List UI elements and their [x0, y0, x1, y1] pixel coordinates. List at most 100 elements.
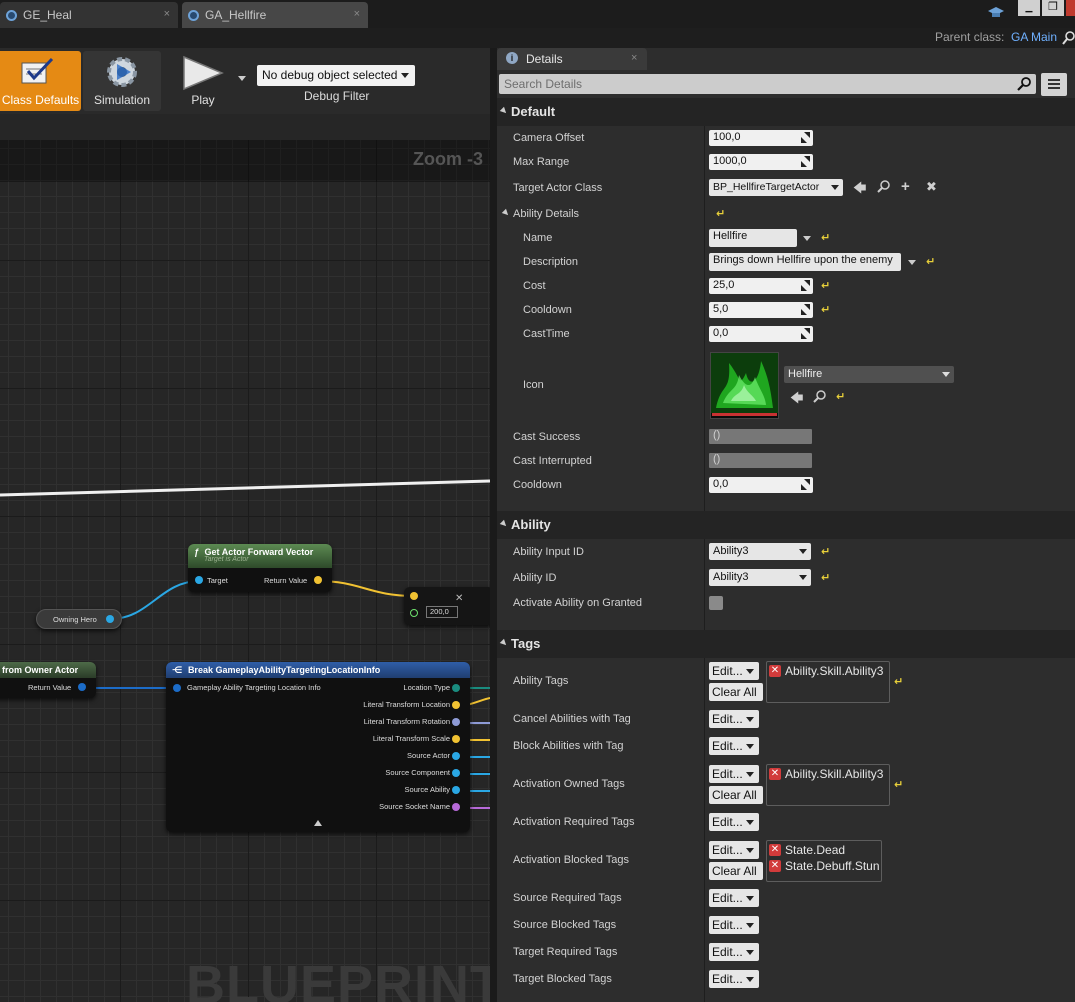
- reset-to-default-icon[interactable]: ↵: [821, 231, 830, 244]
- tab-ga-hellfire[interactable]: GA_Hellfire ×: [182, 2, 368, 28]
- reset-to-default-icon[interactable]: ↵: [821, 571, 830, 584]
- reset-to-default-icon[interactable]: ↵: [821, 279, 830, 292]
- graduation-cap-icon[interactable]: [988, 7, 1004, 19]
- reset-to-default-icon[interactable]: ↵: [821, 545, 830, 558]
- property-matrix-button[interactable]: [1041, 73, 1067, 96]
- details-tab[interactable]: i Details ×: [497, 48, 647, 70]
- category-tags[interactable]: Tags: [497, 630, 1075, 658]
- simulation-button[interactable]: Simulation: [83, 51, 161, 111]
- play-options-chevron-icon[interactable]: [238, 76, 246, 81]
- target-required-edit-button[interactable]: Edit...: [709, 943, 759, 961]
- debug-object-select[interactable]: No debug object selected: [257, 65, 415, 86]
- close-tab-icon[interactable]: ×: [164, 8, 170, 20]
- location-info-input-pin[interactable]: [173, 684, 181, 692]
- reset-to-default-icon[interactable]: ↵: [821, 303, 830, 316]
- category-ability[interactable]: Ability: [497, 511, 1075, 539]
- ability-tags-clear-all-button[interactable]: Clear All: [709, 683, 763, 701]
- class-defaults-button[interactable]: Class Defaults: [0, 51, 81, 111]
- clear-x-icon[interactable]: ✖: [926, 179, 937, 195]
- remove-tag-icon[interactable]: ✕: [769, 860, 781, 872]
- panel-splitter[interactable]: [490, 48, 497, 1002]
- return-value-pin[interactable]: [78, 683, 86, 691]
- target-actor-class-select[interactable]: BP_HellfireTargetActor: [709, 179, 843, 196]
- ability-id-select[interactable]: Ability3: [709, 569, 811, 586]
- literal-transform-location-pin[interactable]: [452, 701, 460, 709]
- activation-blocked-edit-button[interactable]: Edit...: [709, 841, 759, 859]
- activation-owned-edit-button[interactable]: Edit...: [709, 765, 759, 783]
- browse-search-icon[interactable]: [877, 180, 890, 196]
- camera-offset-field[interactable]: 100,0: [709, 130, 813, 146]
- minimize-button[interactable]: ▁: [1018, 0, 1040, 16]
- play-button[interactable]: Play: [172, 51, 234, 111]
- source-ability-pin[interactable]: [452, 786, 460, 794]
- activation-blocked-clear-all-button[interactable]: Clear All: [709, 862, 763, 880]
- source-socket-name-pin[interactable]: [452, 803, 460, 811]
- ability-tags-edit-button[interactable]: Edit...: [709, 662, 759, 680]
- return-value-pin[interactable]: [314, 576, 322, 584]
- reset-to-default-icon[interactable]: ↵: [926, 255, 935, 268]
- source-required-edit-button[interactable]: Edit...: [709, 889, 759, 907]
- name-options-chevron-icon[interactable]: [803, 236, 811, 241]
- description-options-chevron-icon[interactable]: [908, 260, 916, 265]
- block-abilities-edit-button[interactable]: Edit...: [709, 737, 759, 755]
- cost-field[interactable]: 25,0: [709, 278, 813, 294]
- source-component-pin[interactable]: [452, 769, 460, 777]
- break-gameplay-ability-targeting-location-info-node[interactable]: ⋲ Break GameplayAbilityTargetingLocation…: [166, 662, 470, 832]
- event-graph-canvas[interactable]: Zoom -3 ƒ Get Actor Forward Vector Targe…: [0, 140, 503, 1002]
- float-input-value[interactable]: 200,0: [426, 606, 458, 618]
- icon-asset-select[interactable]: Hellfire: [784, 366, 954, 383]
- tab-ge-heal[interactable]: GE_Heal ×: [0, 2, 178, 28]
- reset-to-default-icon[interactable]: ↵: [894, 675, 903, 688]
- description-field[interactable]: Brings down Hellfire upon the enemy: [709, 253, 901, 271]
- multiply-vector-float-node[interactable]: 200,0 ✕: [404, 587, 494, 625]
- spin-arrows-icon[interactable]: [801, 280, 810, 291]
- target-pin[interactable]: [195, 576, 203, 584]
- cooldown-effect-field[interactable]: 0,0: [709, 477, 813, 493]
- remove-tag-icon[interactable]: ✕: [769, 665, 781, 677]
- cast-time-field[interactable]: 0,0: [709, 326, 813, 342]
- search-details-input[interactable]: Search Details: [499, 74, 1036, 94]
- add-plus-icon[interactable]: +: [901, 178, 910, 195]
- browse-search-icon[interactable]: [813, 390, 826, 406]
- spin-arrows-icon[interactable]: [801, 479, 810, 490]
- reset-to-default-icon[interactable]: ↵: [894, 778, 903, 791]
- owning-hero-pin[interactable]: [106, 615, 114, 623]
- ability-details-group[interactable]: Ability Details: [501, 206, 703, 222]
- activation-owned-clear-all-button[interactable]: Clear All: [709, 786, 763, 804]
- spin-arrows-icon[interactable]: [801, 304, 810, 315]
- source-blocked-edit-button[interactable]: Edit...: [709, 916, 759, 934]
- literal-transform-rotation-pin[interactable]: [452, 718, 460, 726]
- literal-transform-scale-pin[interactable]: [452, 735, 460, 743]
- location-type-pin[interactable]: [452, 684, 460, 692]
- search-icon[interactable]: [1062, 31, 1075, 48]
- reset-to-default-icon[interactable]: ↵: [716, 207, 725, 220]
- spin-arrows-icon[interactable]: [801, 328, 810, 339]
- use-selected-arrow-icon[interactable]: 🡄: [853, 179, 866, 201]
- activate-on-granted-checkbox[interactable]: [709, 596, 723, 610]
- target-blocked-edit-button[interactable]: Edit...: [709, 970, 759, 988]
- icon-thumbnail[interactable]: [710, 352, 779, 419]
- remove-tag-icon[interactable]: ✕: [769, 768, 781, 780]
- source-actor-pin[interactable]: [452, 752, 460, 760]
- parent-class-link[interactable]: GA Main: [1011, 30, 1057, 44]
- close-tab-icon[interactable]: ×: [354, 8, 360, 20]
- close-tab-icon[interactable]: ×: [631, 52, 637, 64]
- get-actor-forward-vector-node[interactable]: ƒ Get Actor Forward Vector Target is Act…: [188, 544, 332, 592]
- activation-required-edit-button[interactable]: Edit...: [709, 813, 759, 831]
- vector-input-pin[interactable]: [410, 592, 418, 600]
- cooldown-field[interactable]: 5,0: [709, 302, 813, 318]
- max-range-field[interactable]: 1000,0: [709, 154, 813, 170]
- spin-arrows-icon[interactable]: [801, 156, 810, 167]
- cancel-abilities-edit-button[interactable]: Edit...: [709, 710, 759, 728]
- name-field[interactable]: Hellfire: [709, 229, 797, 247]
- ability-input-id-select[interactable]: Ability3: [709, 543, 811, 560]
- reset-to-default-icon[interactable]: ↵: [836, 390, 845, 403]
- close-window-button[interactable]: [1066, 0, 1075, 16]
- owning-hero-variable-node[interactable]: Owning Hero: [36, 609, 122, 629]
- collapse-pins-arrow-icon[interactable]: [314, 820, 322, 826]
- use-selected-arrow-icon[interactable]: 🡄: [790, 389, 803, 411]
- category-default[interactable]: Default: [497, 98, 1075, 126]
- get-location-from-owner-actor-node[interactable]: from Owner Actor Return Value: [0, 662, 96, 698]
- spin-arrows-icon[interactable]: [801, 132, 810, 143]
- float-input-pin[interactable]: [410, 609, 418, 617]
